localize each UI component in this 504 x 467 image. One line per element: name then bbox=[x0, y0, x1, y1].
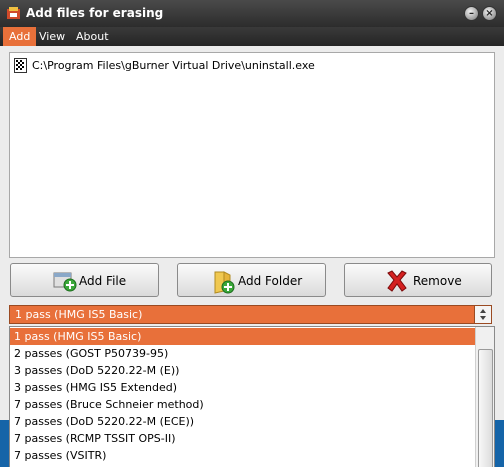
menu-view[interactable]: View bbox=[33, 27, 71, 46]
erase-method-dropdown[interactable]: 1 pass (HMG IS5 Basic) 2 passes (GOST P5… bbox=[9, 326, 495, 467]
scrollbar-thumb[interactable] bbox=[478, 349, 493, 467]
executable-file-icon bbox=[14, 58, 27, 73]
app-icon bbox=[7, 7, 20, 19]
dropdown-option[interactable]: 3 passes (HMG IS5 Extended) bbox=[10, 379, 476, 396]
dropdown-option[interactable]: 1 pass (HMG IS5 Basic) bbox=[10, 328, 476, 345]
window-title: Add files for erasing bbox=[26, 6, 164, 20]
title-bar[interactable]: Add files for erasing – × bbox=[0, 0, 504, 27]
minimize-icon: – bbox=[469, 8, 474, 19]
dropdown-option[interactable]: 7 passes (RCMP TSSIT OPS-II) bbox=[10, 430, 476, 447]
menu-bar: Add View About bbox=[0, 27, 504, 46]
file-path: C:\Program Files\gBurner Virtual Drive\u… bbox=[32, 59, 315, 72]
minimize-button[interactable]: – bbox=[464, 6, 479, 21]
dropdown-option[interactable]: 7 passes (DoD 5220.22-M (ECE)) bbox=[10, 413, 476, 430]
combo-spin-arrows[interactable] bbox=[474, 306, 491, 323]
add-file-icon bbox=[53, 272, 77, 292]
remove-button[interactable]: Remove bbox=[344, 263, 492, 297]
up-down-arrows-icon bbox=[480, 309, 486, 320]
close-button[interactable]: × bbox=[482, 6, 497, 21]
dropdown-option[interactable]: 7 passes (Bruce Schneier method) bbox=[10, 396, 476, 413]
menu-about[interactable]: About bbox=[70, 27, 115, 46]
add-folder-label: Add Folder bbox=[238, 274, 303, 288]
dropdown-option[interactable]: 7 passes (VSITR) bbox=[10, 447, 476, 464]
remove-label: Remove bbox=[413, 274, 462, 288]
erase-method-select[interactable]: 1 pass (HMG IS5 Basic) bbox=[9, 305, 492, 324]
menu-add[interactable]: Add bbox=[3, 27, 37, 46]
dropdown-scrollbar[interactable] bbox=[475, 327, 494, 467]
close-icon: × bbox=[485, 8, 494, 19]
add-folder-button[interactable]: Add Folder bbox=[177, 263, 326, 297]
add-file-button[interactable]: Add File bbox=[10, 263, 159, 297]
dropdown-option[interactable]: 2 passes (GOST P50739-95) bbox=[10, 345, 476, 362]
add-folder-icon bbox=[214, 271, 235, 294]
remove-x-icon bbox=[387, 270, 407, 292]
file-list[interactable]: C:\Program Files\gBurner Virtual Drive\u… bbox=[9, 52, 495, 258]
dropdown-option[interactable]: 3 passes (DoD 5220.22-M (E)) bbox=[10, 362, 476, 379]
erase-method-value: 1 pass (HMG IS5 Basic) bbox=[15, 308, 143, 321]
add-file-label: Add File bbox=[79, 274, 127, 288]
